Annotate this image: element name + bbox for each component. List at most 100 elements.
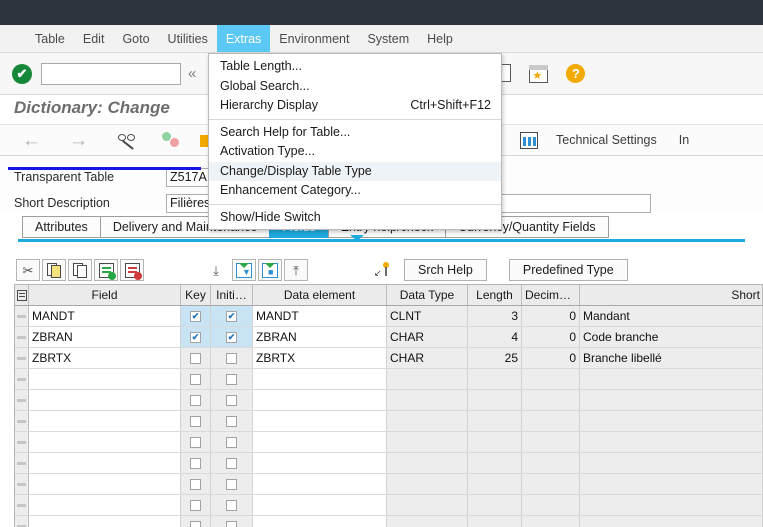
technical-settings-button[interactable]: Technical Settings (556, 133, 657, 147)
cell-data-type[interactable] (387, 495, 468, 515)
menu-item-extras[interactable]: Extras (216, 25, 271, 52)
cell-field[interactable] (29, 390, 181, 410)
cell-length[interactable] (468, 369, 522, 389)
column-header-initial[interactable]: Initi… (211, 285, 253, 305)
cell-key[interactable]: ✔ (181, 306, 211, 326)
checkbox-unchecked-icon[interactable] (190, 415, 201, 427)
cell-data-type[interactable]: CHAR (387, 327, 468, 347)
refresh-icon[interactable] (162, 131, 182, 149)
column-header-data-element[interactable]: Data element (253, 285, 387, 305)
row-selector[interactable] (15, 411, 29, 431)
cell-short[interactable] (580, 411, 763, 431)
cell-length[interactable] (468, 474, 522, 494)
cell-initial[interactable] (211, 495, 253, 515)
key-icon[interactable]: ↙ (370, 259, 394, 281)
cell-data-element[interactable] (253, 495, 387, 515)
checkbox-unchecked-icon[interactable] (190, 394, 201, 406)
checkbox-unchecked-icon[interactable] (190, 373, 201, 385)
table-row[interactable] (15, 369, 763, 390)
cell-key[interactable] (181, 411, 211, 431)
menu-option-hierarchy-display[interactable]: Hierarchy Display Ctrl+Shift+F12 (209, 96, 501, 116)
table-row[interactable] (15, 432, 763, 453)
cell-decimals[interactable]: 0 (522, 348, 580, 368)
row-selector[interactable] (15, 390, 29, 410)
cell-short[interactable] (580, 432, 763, 452)
column-header-decimals[interactable]: Decim… (522, 285, 580, 305)
table-row[interactable] (15, 516, 763, 527)
cell-field[interactable]: ZBRAN (29, 327, 181, 347)
checkbox-unchecked-icon[interactable] (190, 499, 201, 511)
cell-key[interactable] (181, 369, 211, 389)
cell-initial[interactable]: ✔ (211, 306, 253, 326)
columns-icon[interactable] (520, 131, 538, 149)
column-header-data-type[interactable]: Data Type (387, 285, 468, 305)
cell-decimals[interactable] (522, 411, 580, 431)
cell-key[interactable] (181, 348, 211, 368)
cell-field[interactable]: MANDT (29, 306, 181, 326)
cell-key[interactable] (181, 390, 211, 410)
favorites-icon[interactable]: ★ (529, 64, 549, 83)
row-selector[interactable] (15, 495, 29, 515)
checkbox-unchecked-icon[interactable] (226, 520, 237, 527)
menu-option-activation-type[interactable]: Activation Type... (209, 142, 501, 162)
cell-length[interactable]: 25 (468, 348, 522, 368)
predefined-type-button[interactable]: Predefined Type (508, 259, 628, 281)
table-row[interactable] (15, 474, 763, 495)
cell-field[interactable] (29, 495, 181, 515)
cell-length[interactable] (468, 516, 522, 527)
cell-decimals[interactable] (522, 495, 580, 515)
insert-row-icon[interactable] (94, 259, 118, 281)
table-row[interactable]: ZBRAN ✔ ✔ ZBRAN CHAR 4 0 Code branche (15, 327, 763, 348)
cell-initial[interactable]: ✔ (211, 327, 253, 347)
checkbox-unchecked-icon[interactable] (226, 373, 237, 385)
cell-key[interactable] (181, 516, 211, 527)
checkbox-unchecked-icon[interactable] (226, 478, 237, 490)
cell-data-element[interactable] (253, 516, 387, 527)
cell-field[interactable] (29, 411, 181, 431)
checkbox-unchecked-icon[interactable] (190, 520, 201, 527)
row-selector[interactable] (15, 306, 29, 326)
cell-field[interactable] (29, 432, 181, 452)
cell-decimals[interactable] (522, 516, 580, 527)
cell-data-type[interactable] (387, 432, 468, 452)
cell-initial[interactable] (211, 390, 253, 410)
cell-field[interactable] (29, 369, 181, 389)
cell-short[interactable] (580, 474, 763, 494)
forward-arrow-icon[interactable]: → (69, 131, 88, 150)
menu-option-global-search[interactable]: Global Search... (209, 77, 501, 97)
cell-short[interactable]: Mandant (580, 306, 763, 326)
cell-initial[interactable] (211, 474, 253, 494)
checkbox-unchecked-icon[interactable] (226, 499, 237, 511)
cell-field[interactable] (29, 453, 181, 473)
table-row[interactable] (15, 411, 763, 432)
menu-option-table-length[interactable]: Table Length... (209, 57, 501, 77)
row-selector[interactable] (15, 432, 29, 452)
search-help-button[interactable]: Srch Help (404, 259, 487, 281)
checkbox-unchecked-icon[interactable] (226, 457, 237, 469)
cell-short[interactable]: Branche libellé (580, 348, 763, 368)
cell-length[interactable] (468, 495, 522, 515)
checkbox-unchecked-icon[interactable] (190, 436, 201, 448)
cell-short[interactable] (580, 390, 763, 410)
cell-data-element[interactable]: MANDT (253, 306, 387, 326)
column-header-key[interactable]: Key (181, 285, 211, 305)
checkbox-checked-icon[interactable]: ✔ (226, 331, 237, 343)
cell-data-element[interactable]: ZBRTX (253, 348, 387, 368)
cell-short[interactable]: Code branche (580, 327, 763, 347)
cell-data-type[interactable] (387, 453, 468, 473)
cell-length[interactable] (468, 432, 522, 452)
cut-icon[interactable]: ✂ (16, 259, 40, 281)
cell-decimals[interactable] (522, 390, 580, 410)
delete-row-icon[interactable] (120, 259, 144, 281)
menu-option-enhancement-category[interactable]: Enhancement Category... (209, 181, 501, 201)
menu-option-search-help-for-table[interactable]: Search Help for Table... (209, 123, 501, 143)
cell-field[interactable] (29, 474, 181, 494)
cell-data-element[interactable] (253, 369, 387, 389)
cell-short[interactable] (580, 369, 763, 389)
cell-data-type[interactable] (387, 411, 468, 431)
table-row[interactable]: ZBRTX ZBRTX CHAR 25 0 Branche libellé (15, 348, 763, 369)
cell-short[interactable] (580, 495, 763, 515)
checkbox-unchecked-icon[interactable] (226, 394, 237, 406)
row-selector[interactable] (15, 516, 29, 527)
cell-short[interactable] (580, 453, 763, 473)
